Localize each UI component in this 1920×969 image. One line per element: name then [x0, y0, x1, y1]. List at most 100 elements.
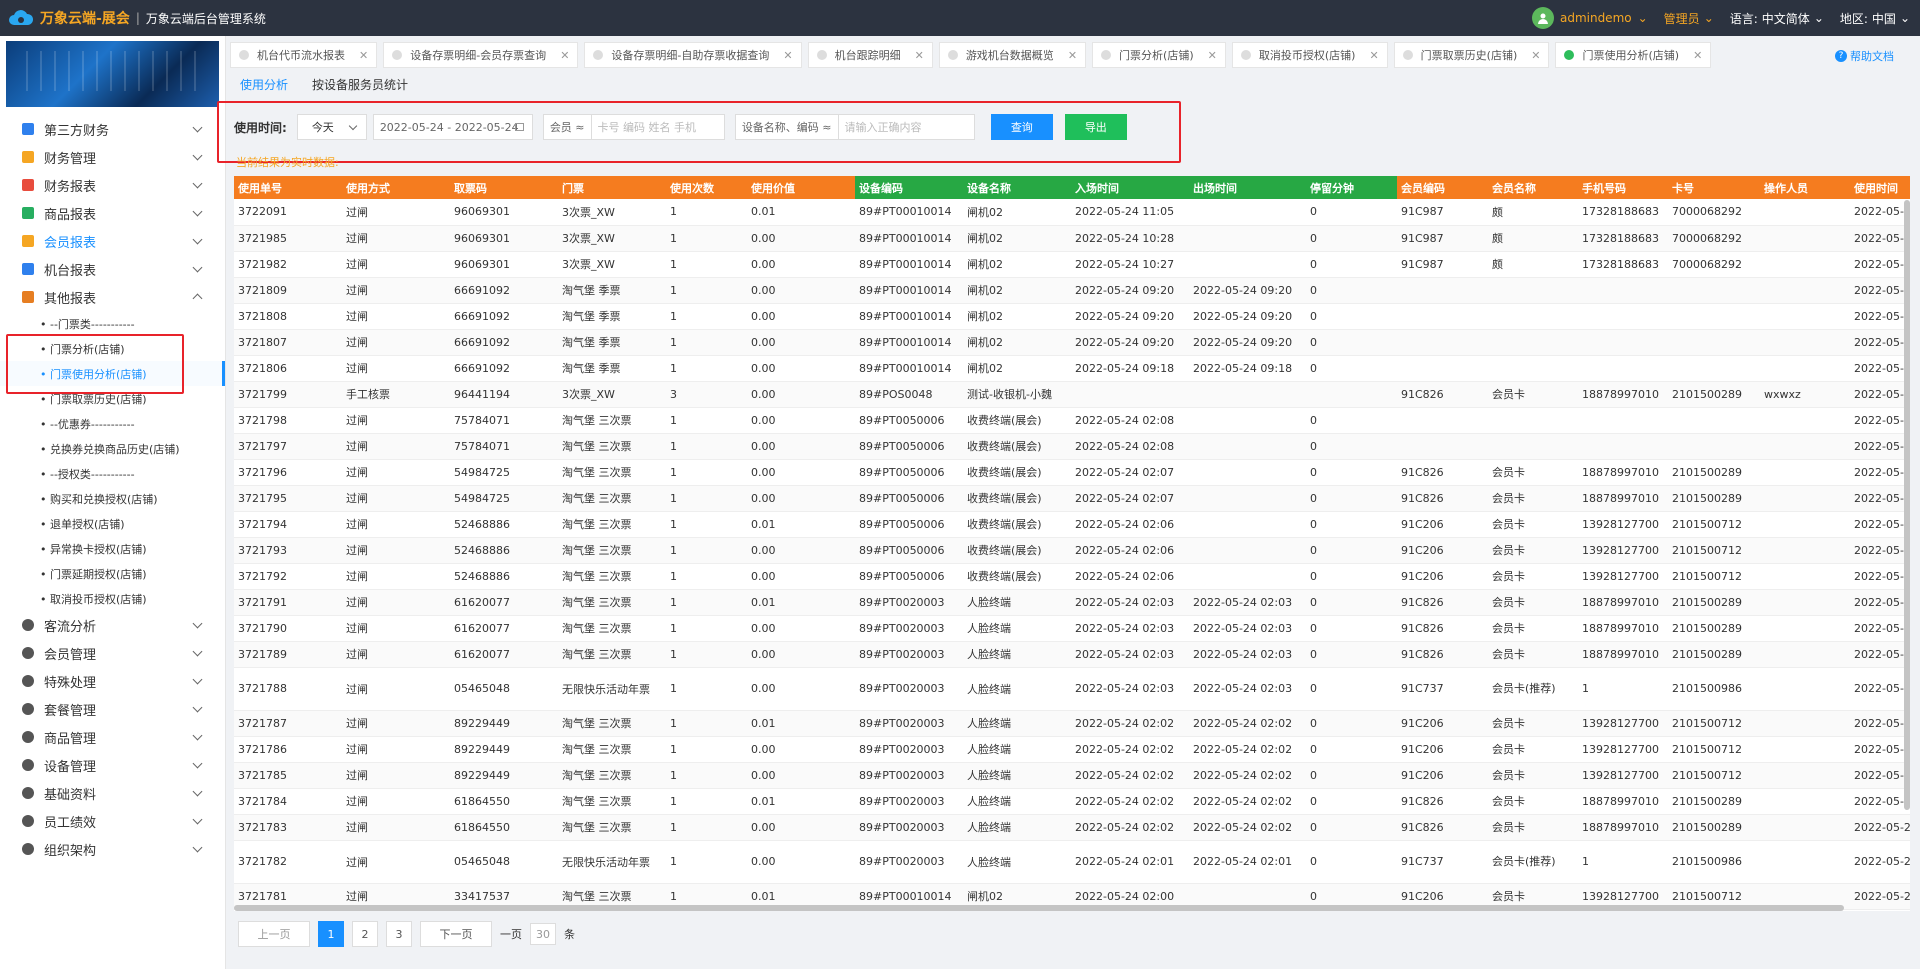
page-2-button[interactable]: 2: [352, 921, 378, 947]
sidebar-item-1[interactable]: 财务管理: [0, 143, 225, 171]
close-icon[interactable]: ✕: [1531, 49, 1540, 62]
logo[interactable]: 万象云端-展会 | 万象云端后台管理系统: [8, 7, 266, 29]
submenu-item-11[interactable]: • 取消投币授权(店铺): [0, 586, 225, 611]
table-row[interactable]: 3721808 过闸 66691092 淘气堡 季票 1 0.00 89#PT0001001…: [234, 303, 1910, 330]
table-row[interactable]: 3721794 过闸 52468886 淘气堡 三次票 1 0.01 89#PT005000…: [234, 511, 1910, 538]
table-row[interactable]: 3721788 过闸 05465048 无限快乐活动年票 1 0.00 89#PT00200…: [234, 667, 1910, 711]
close-icon[interactable]: ✕: [915, 49, 924, 62]
tab-4[interactable]: 游戏机台数据概览 ✕: [938, 42, 1087, 68]
table-row[interactable]: 3721809 过闸 66691092 淘气堡 季票 1 0.00 89#PT0001001…: [234, 277, 1910, 304]
tab-5[interactable]: 门票分析(店铺) ✕: [1092, 42, 1226, 68]
horizontal-scrollbar[interactable]: [234, 905, 1844, 911]
tab-2[interactable]: 设备存票明细-自助存票收据查询 ✕: [584, 42, 802, 68]
table-row[interactable]: 3721789 过闸 61620077 淘气堡 三次票 1 0.00 89#PT002000…: [234, 641, 1910, 668]
column-header-10[interactable]: 停留分钟: [1306, 176, 1397, 199]
close-icon[interactable]: ✕: [1208, 49, 1217, 62]
tab-0[interactable]: 机台代币流水报表 ✕: [230, 42, 378, 68]
table-row[interactable]: 3722091 过闸 96069301 3次票_XW 1 0.01 89#PT0001001…: [234, 199, 1910, 226]
sidebar-lower-item-2[interactable]: 特殊处理: [0, 667, 225, 695]
submenu-item-4[interactable]: • --优惠券-----------: [0, 411, 225, 436]
page-1-button[interactable]: 1: [318, 921, 344, 947]
column-header-9[interactable]: 出场时间: [1189, 176, 1306, 199]
table-row[interactable]: 3721982 过闸 96069301 3次票_XW 1 0.00 89#PT0001001…: [234, 251, 1910, 278]
tab-6[interactable]: 取消投币授权(店铺) ✕: [1231, 42, 1388, 68]
sidebar-lower-item-3[interactable]: 套餐管理: [0, 695, 225, 723]
submenu-item-5[interactable]: • 兑换券兑换商品历史(店铺): [0, 436, 225, 461]
table-row[interactable]: 3721798 过闸 75784071 淘气堡 三次票 1 0.00 89#PT005000…: [234, 407, 1910, 434]
column-header-8[interactable]: 入场时间: [1071, 176, 1189, 199]
close-icon[interactable]: ✕: [783, 49, 792, 62]
table-row[interactable]: 3721787 过闸 89229449 淘气堡 三次票 1 0.01 89#PT002000…: [234, 710, 1910, 737]
table-row[interactable]: 3721791 过闸 61620077 淘气堡 三次票 1 0.01 89#PT002000…: [234, 589, 1910, 616]
column-header-0[interactable]: 使用单号: [234, 176, 342, 199]
column-header-13[interactable]: 手机号码: [1578, 176, 1668, 199]
sidebar-item-4[interactable]: 会员报表: [0, 227, 225, 255]
column-header-3[interactable]: 门票: [558, 176, 666, 199]
close-icon[interactable]: ✕: [560, 49, 569, 62]
submenu-item-9[interactable]: • 异常换卡授权(店铺): [0, 536, 225, 561]
close-icon[interactable]: ✕: [1693, 49, 1702, 62]
table-row[interactable]: 3721785 过闸 89229449 淘气堡 三次票 1 0.00 89#PT002000…: [234, 762, 1910, 789]
table-row[interactable]: 3721793 过闸 52468886 淘气堡 三次票 1 0.00 89#PT005000…: [234, 537, 1910, 564]
close-icon[interactable]: ✕: [359, 49, 368, 62]
tab-7[interactable]: 门票取票历史(店铺) ✕: [1393, 42, 1550, 68]
table-row[interactable]: 3721786 过闸 89229449 淘气堡 三次票 1 0.00 89#PT002000…: [234, 736, 1910, 763]
region-menu[interactable]: 地区: 中国 ⌄: [1840, 10, 1910, 27]
table-row[interactable]: 3721807 过闸 66691092 淘气堡 季票 1 0.00 89#PT0001001…: [234, 329, 1910, 356]
column-header-15[interactable]: 操作人员: [1760, 176, 1850, 199]
help-link[interactable]: ? 帮助文档: [1835, 48, 1894, 64]
page-3-button[interactable]: 3: [386, 921, 412, 947]
prev-page-button[interactable]: 上一页: [238, 921, 310, 947]
close-icon[interactable]: ✕: [1068, 49, 1077, 62]
submenu-item-0[interactable]: • --门票类-----------: [0, 311, 225, 336]
next-page-button[interactable]: 下一页: [420, 921, 492, 947]
table-row[interactable]: 3721799 手工核票 96441194 3次票_XW 3 0.00 89#POS0048…: [234, 381, 1910, 408]
table-row[interactable]: 3721790 过闸 61620077 淘气堡 三次票 1 0.00 89#PT002000…: [234, 615, 1910, 642]
table-row[interactable]: 3721784 过闸 61864550 淘气堡 三次票 1 0.01 89#PT002000…: [234, 788, 1910, 815]
column-header-6[interactable]: 设备编码: [855, 176, 963, 199]
submenu-item-6[interactable]: • --授权类-----------: [0, 461, 225, 486]
table-row[interactable]: 3721782 过闸 05465048 无限快乐活动年票 1 0.00 89#PT00200…: [234, 840, 1910, 884]
sidebar-item-6[interactable]: 其他报表: [0, 283, 225, 311]
sidebar-item-0[interactable]: 第三方财务: [0, 115, 225, 143]
table-row[interactable]: 3721783 过闸 61864550 淘气堡 三次票 1 0.00 89#PT002000…: [234, 814, 1910, 841]
column-header-11[interactable]: 会员编码: [1397, 176, 1488, 199]
table-row[interactable]: 3721795 过闸 54984725 淘气堡 三次票 1 0.00 89#PT005000…: [234, 485, 1910, 512]
column-header-4[interactable]: 使用次数: [666, 176, 747, 199]
sidebar-lower-item-4[interactable]: 商品管理: [0, 723, 225, 751]
sidebar-lower-item-7[interactable]: 员工绩效: [0, 807, 225, 835]
language-menu[interactable]: 语言: 中文简体 ⌄: [1730, 10, 1824, 27]
sidebar-item-3[interactable]: 商品报表: [0, 199, 225, 227]
submenu-item-7[interactable]: • 购买和兑换授权(店铺): [0, 486, 225, 511]
tab-3[interactable]: 机台跟踪明细 ✕: [807, 42, 933, 68]
close-icon[interactable]: ✕: [1369, 49, 1378, 62]
sidebar-lower-item-5[interactable]: 设备管理: [0, 751, 225, 779]
subtab-usage-analysis[interactable]: 使用分析: [240, 76, 288, 100]
sidebar-lower-item-1[interactable]: 会员管理: [0, 639, 225, 667]
sidebar-lower-item-8[interactable]: 组织架构: [0, 835, 225, 863]
submenu-item-8[interactable]: • 退单授权(店铺): [0, 511, 225, 536]
column-header-12[interactable]: 会员名称: [1488, 176, 1578, 199]
per-page-input[interactable]: 30: [530, 923, 556, 945]
sidebar-lower-item-6[interactable]: 基础资料: [0, 779, 225, 807]
column-header-5[interactable]: 使用价值: [747, 176, 855, 199]
table-row[interactable]: 3721806 过闸 66691092 淘气堡 季票 1 0.00 89#PT0001001…: [234, 355, 1910, 382]
column-header-16[interactable]: 使用时间: [1850, 176, 1910, 199]
user-menu[interactable]: admindemo ⌄: [1531, 7, 1648, 29]
table-row[interactable]: 3721797 过闸 75784071 淘气堡 三次票 1 0.00 89#PT005000…: [234, 433, 1910, 460]
column-header-1[interactable]: 使用方式: [342, 176, 450, 199]
column-header-2[interactable]: 取票码: [450, 176, 558, 199]
tab-1[interactable]: 设备存票明细-会员存票查询 ✕: [383, 42, 579, 68]
column-header-14[interactable]: 卡号: [1668, 176, 1760, 199]
sidebar-lower-item-0[interactable]: 客流分析: [0, 611, 225, 639]
table-row[interactable]: 3721796 过闸 54984725 淘气堡 三次票 1 0.00 89#PT005000…: [234, 459, 1910, 486]
sidebar-item-5[interactable]: 机台报表: [0, 255, 225, 283]
sidebar-item-2[interactable]: 财务报表: [0, 171, 225, 199]
tab-8[interactable]: 门票使用分析(店铺) ✕: [1555, 42, 1712, 68]
table-row[interactable]: 3721985 过闸 96069301 3次票_XW 1 0.00 89#PT0001001…: [234, 225, 1910, 252]
column-header-7[interactable]: 设备名称: [963, 176, 1071, 199]
vertical-scrollbar[interactable]: [1904, 200, 1910, 810]
subtab-device-staff-stats[interactable]: 按设备服务员统计: [312, 76, 408, 100]
submenu-item-10[interactable]: • 门票延期授权(店铺): [0, 561, 225, 586]
table-row[interactable]: 3721792 过闸 52468886 淘气堡 三次票 1 0.00 89#PT005000…: [234, 563, 1910, 590]
